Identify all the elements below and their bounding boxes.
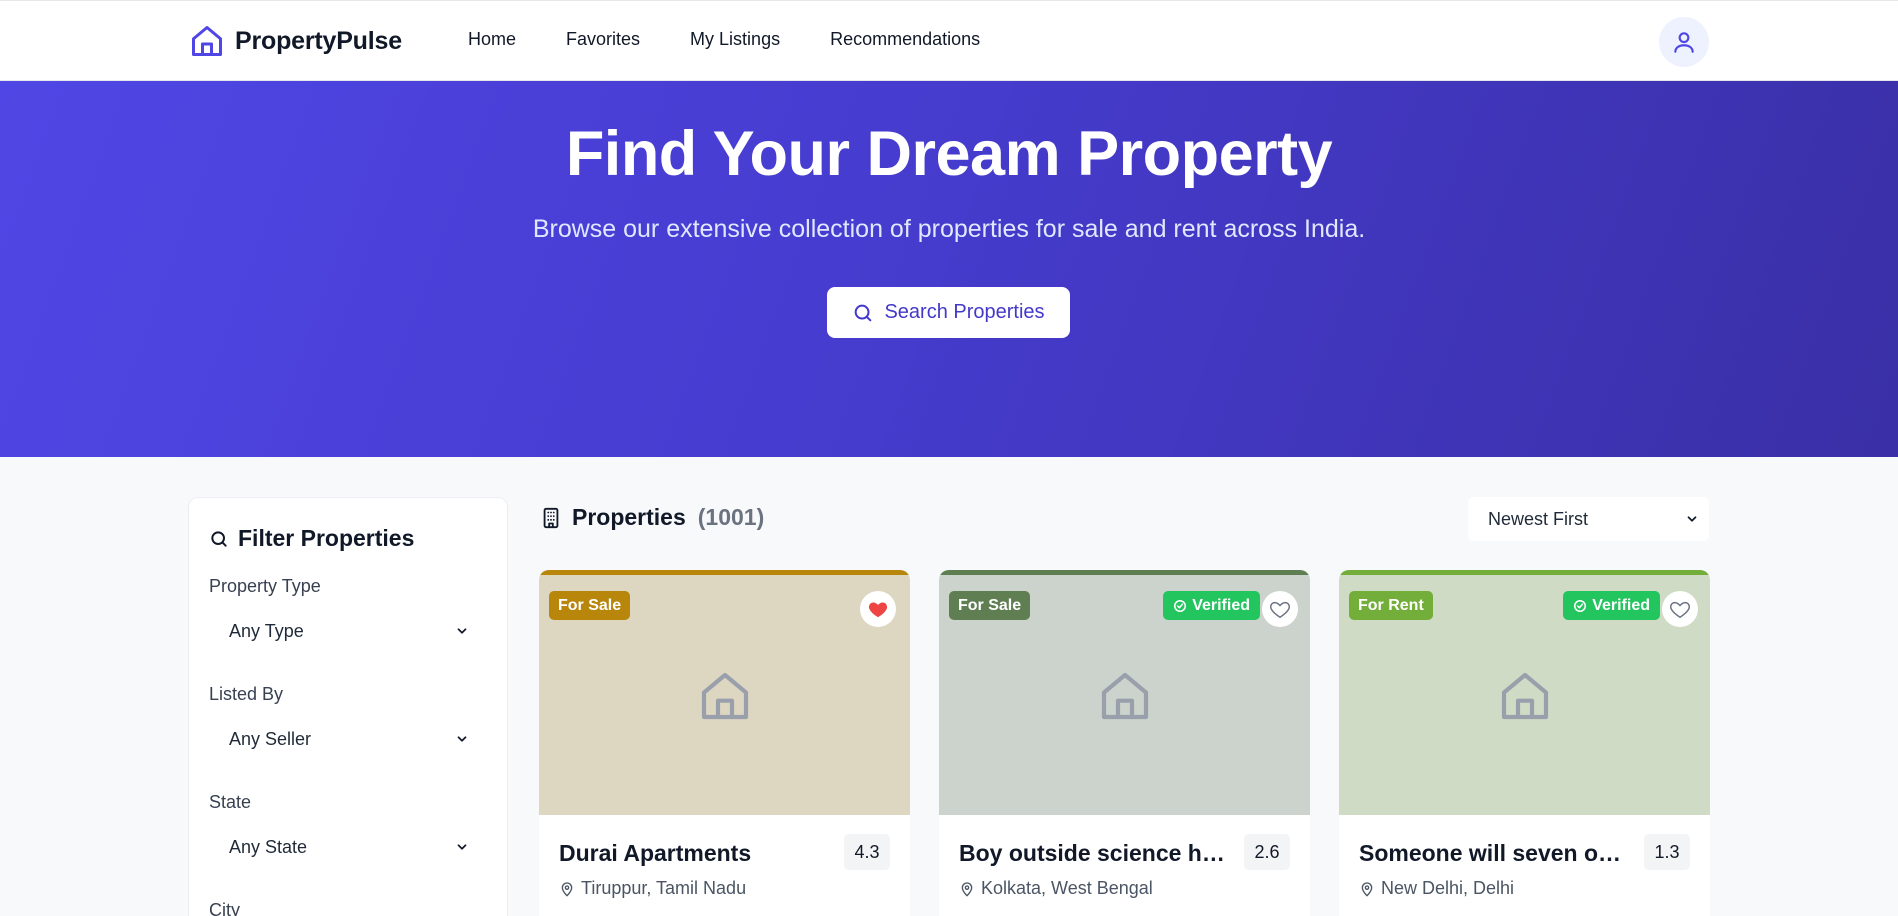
property-card[interactable]: For Sale Durai Apartments 4.3 Tiruppur, … xyxy=(539,570,910,916)
check-circle-icon xyxy=(1174,599,1187,612)
properties-title: Properties xyxy=(572,504,686,530)
property-image: For Sale xyxy=(539,570,910,815)
property-location: New Delhi, Delhi xyxy=(1359,878,1514,899)
properties-count: (1001) xyxy=(697,504,765,530)
chevron-down-icon xyxy=(1687,516,1697,522)
filter-title: Filter Properties xyxy=(209,525,414,552)
listing-type-badge: For Sale xyxy=(549,591,631,620)
location-text: Kolkata, West Bengal xyxy=(981,878,1153,898)
search-icon xyxy=(855,304,872,321)
top-navbar: PropertyPulse Home Favorites My Listings… xyxy=(0,0,1898,81)
location-text: Tiruppur, Tamil Nadu xyxy=(581,878,747,898)
heart-outline-icon xyxy=(1270,601,1290,619)
filter-panel: Filter Properties Property Type Any Type… xyxy=(188,497,508,916)
chevron-down-icon xyxy=(457,736,467,742)
map-pin-icon xyxy=(961,881,973,897)
sort-select[interactable]: Newest First xyxy=(1468,497,1709,541)
state-label: State xyxy=(209,792,252,812)
hero-subtitle: Browse our extensive collection of prope… xyxy=(532,215,1366,243)
sort-value: Newest First xyxy=(1488,508,1589,529)
listed-by-label: Listed By xyxy=(209,684,284,704)
property-title[interactable]: Someone will seven onto xyxy=(1359,840,1629,867)
city-label: City xyxy=(209,900,240,916)
map-pin-icon xyxy=(1361,881,1373,897)
house-placeholder-icon xyxy=(1101,672,1149,720)
search-properties-label: Search Properties xyxy=(884,301,1045,323)
listed-by-value: Any Seller xyxy=(229,728,312,749)
nav-link-my-listings[interactable]: My Listings xyxy=(690,29,780,50)
chevron-down-icon xyxy=(457,844,467,850)
map-pin-icon xyxy=(561,881,573,897)
hero-title: Find Your Dream Property xyxy=(565,119,1333,189)
state-select[interactable]: Any State xyxy=(209,827,489,867)
favorite-button[interactable] xyxy=(860,591,896,627)
verified-badge: Verified xyxy=(1163,591,1260,620)
property-image: For Sale Verified xyxy=(939,570,1310,815)
property-card[interactable]: For Sale Verified Boy outside science ho… xyxy=(939,570,1310,916)
property-title[interactable]: Durai Apartments xyxy=(559,840,829,867)
brand-name: PropertyPulse xyxy=(235,26,402,55)
property-location: Kolkata, West Bengal xyxy=(959,878,1153,899)
rating-badge: 2.6 xyxy=(1244,834,1290,870)
rating-badge: 4.3 xyxy=(844,834,890,870)
nav-link-home[interactable]: Home xyxy=(468,29,516,50)
check-circle-icon xyxy=(1574,599,1587,612)
house-placeholder-icon xyxy=(1501,672,1549,720)
property-card[interactable]: For Rent Verified Someone will seven ont… xyxy=(1339,570,1710,916)
search-properties-button[interactable]: Search Properties xyxy=(827,287,1070,338)
nav-links: Home Favorites My Listings Recommendatio… xyxy=(468,29,1030,50)
nav-link-favorites[interactable]: Favorites xyxy=(566,29,640,50)
location-text: New Delhi, Delhi xyxy=(1381,878,1515,898)
house-logo-icon xyxy=(192,26,222,56)
properties-header: Properties (1001) xyxy=(540,504,764,531)
listing-type-badge: For Rent xyxy=(1349,591,1433,620)
verified-text: Verified xyxy=(1592,596,1650,614)
property-image: For Rent Verified xyxy=(1339,570,1710,815)
search-icon xyxy=(211,530,227,547)
verified-text: Verified xyxy=(1192,596,1250,614)
heart-filled-icon xyxy=(868,602,888,618)
building-icon xyxy=(543,507,559,528)
property-type-select[interactable]: Any Type xyxy=(209,611,489,651)
house-placeholder-icon xyxy=(701,672,749,720)
user-icon xyxy=(1674,32,1694,53)
property-location: Tiruppur, Tamil Nadu xyxy=(559,878,746,899)
hero-banner: Find Your Dream Property Browse our exte… xyxy=(0,81,1898,457)
filter-title-text: Filter Properties xyxy=(238,525,415,551)
brand-logo[interactable]: PropertyPulse xyxy=(189,21,402,61)
state-value: Any State xyxy=(229,836,308,857)
listing-type-badge: For Sale xyxy=(949,591,1031,620)
chevron-down-icon xyxy=(457,628,467,634)
property-type-label: Property Type xyxy=(209,576,321,596)
favorite-button[interactable] xyxy=(1662,591,1698,627)
heart-outline-icon xyxy=(1670,601,1690,619)
listed-by-select[interactable]: Any Seller xyxy=(209,719,489,759)
rating-badge: 1.3 xyxy=(1644,834,1690,870)
nav-link-recommendations[interactable]: Recommendations xyxy=(830,29,980,50)
property-title[interactable]: Boy outside science house xyxy=(959,840,1229,867)
verified-badge: Verified xyxy=(1563,591,1660,620)
user-avatar-button[interactable] xyxy=(1659,17,1709,67)
property-type-value: Any Type xyxy=(229,620,304,641)
favorite-button[interactable] xyxy=(1262,591,1298,627)
